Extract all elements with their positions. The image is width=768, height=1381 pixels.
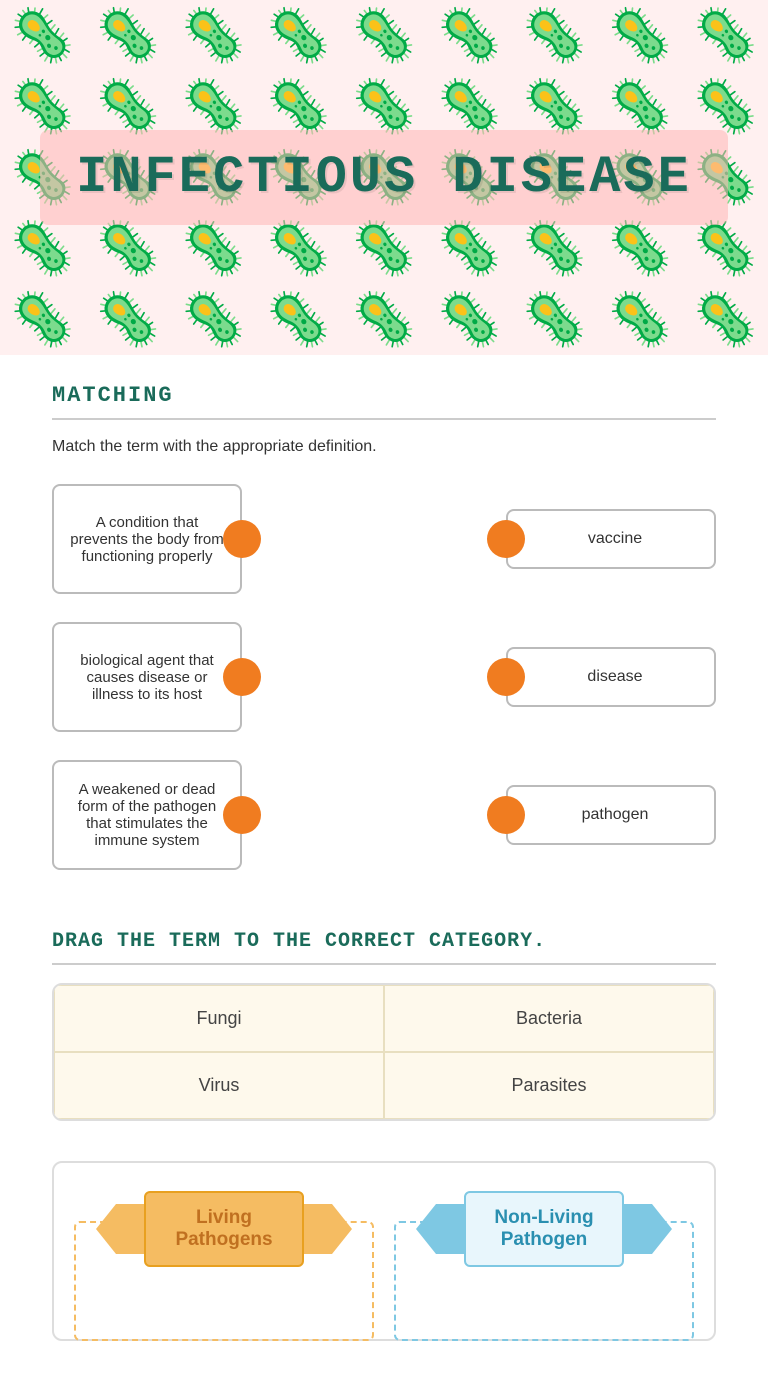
match-row-2: biological agent that causes disease or … [52,622,716,732]
definition-box-2[interactable]: biological agent that causes disease or … [52,622,242,732]
drag-row-2: Virus Parasites [54,1052,714,1119]
connector-dot-left-2[interactable] [223,658,261,696]
main-content: MATCHING Match the term with the appropr… [0,355,768,1381]
page-title: INFECTIOUS DISEASE [76,148,692,207]
living-arrow-right [302,1204,352,1254]
living-arrow-left [96,1204,146,1254]
term-box-2[interactable]: disease [506,647,716,707]
connector-dot-right-2[interactable] [487,658,525,696]
category-section: Living Pathogens Non-Living Pathogen [52,1161,716,1341]
nonliving-arrow-right [622,1204,672,1254]
match-left-2: biological agent that causes disease or … [52,622,242,732]
match-left-1: A condition that prevents the body from … [52,484,242,594]
drag-cell-parasites[interactable]: Parasites [384,1052,714,1119]
definition-box-3[interactable]: A weakened or dead form of the pathogen … [52,760,242,870]
nonliving-arrow-wrap: Non-Living Pathogen [394,1191,694,1267]
living-label-box: Living Pathogens [144,1191,304,1267]
living-arrow-wrap: Living Pathogens [74,1191,374,1267]
connector-dot-left-1[interactable] [223,520,261,558]
drag-cell-virus[interactable]: Virus [54,1052,384,1119]
matching-pairs-area: A condition that prevents the body from … [52,484,716,870]
matching-divider [52,418,716,420]
connector-dot-left-3[interactable] [223,796,261,834]
matching-instructions: Match the term with the appropriate defi… [52,438,716,456]
drag-section: DRAG THE TERM TO THE CORRECT CATEGORY. F… [52,930,716,1121]
category-nonliving: Non-Living Pathogen [394,1191,694,1311]
drag-grid: Fungi Bacteria Virus Parasites [52,983,716,1121]
connector-dot-right-1[interactable] [487,520,525,558]
definition-box-1[interactable]: A condition that prevents the body from … [52,484,242,594]
connector-dot-right-3[interactable] [487,796,525,834]
match-right-2: disease [506,647,716,707]
matching-section: MATCHING Match the term with the appropr… [52,383,716,870]
term-box-3[interactable]: pathogen [506,785,716,845]
term-box-1[interactable]: vaccine [506,509,716,569]
match-left-3: A weakened or dead form of the pathogen … [52,760,242,870]
drag-cell-bacteria[interactable]: Bacteria [384,985,714,1052]
category-living: Living Pathogens [74,1191,374,1311]
nonliving-arrow-left [416,1204,466,1254]
match-right-1: vaccine [506,509,716,569]
match-row-3: A weakened or dead form of the pathogen … [52,760,716,870]
drag-cell-fungi[interactable]: Fungi [54,985,384,1052]
living-label: Living Pathogens [175,1207,272,1250]
hero-title-background: INFECTIOUS DISEASE [40,130,728,225]
drag-row-1: Fungi Bacteria [54,985,714,1052]
hero-section: 🦠 🦠 🦠 🦠 🦠 🦠 🦠 🦠 🦠 🦠 🦠 🦠 🦠 🦠 🦠 🦠 🦠 🦠 🦠 🦠 … [0,0,768,355]
matching-label: MATCHING [52,383,716,408]
match-right-3: pathogen [506,785,716,845]
nonliving-label-box: Non-Living Pathogen [464,1191,624,1267]
nonliving-label: Non-Living Pathogen [494,1207,593,1250]
hero-title-area: INFECTIOUS DISEASE [0,0,768,355]
drag-divider [52,963,716,965]
match-row-1: A condition that prevents the body from … [52,484,716,594]
drag-label: DRAG THE TERM TO THE CORRECT CATEGORY. [52,930,716,953]
